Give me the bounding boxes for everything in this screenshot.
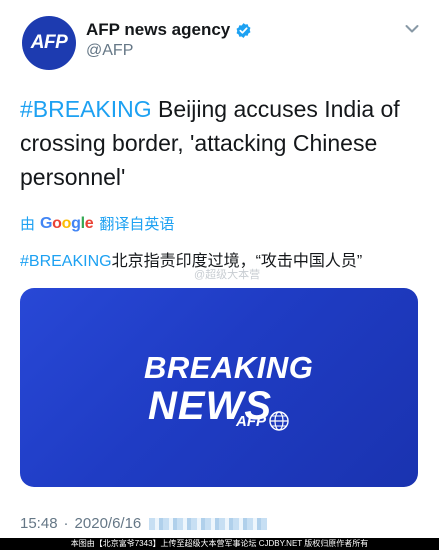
translated-from-label: 翻译自英语: [99, 216, 175, 233]
breaking-news-image[interactable]: BREAKING NEWS AFP: [20, 288, 418, 487]
tweet-text: #BREAKING Beijing accuses India of cross…: [20, 92, 430, 194]
avatar-logo-text: AFP: [30, 32, 68, 53]
avatar[interactable]: AFP: [22, 16, 76, 70]
translated-hashtag[interactable]: #BREAKING: [20, 253, 112, 270]
tweet-hashtag[interactable]: #BREAKING: [20, 96, 152, 122]
account-name[interactable]: AFP news agency: [86, 20, 230, 40]
translated-text: #BREAKING北京指责印度过境，“攻击中国人员”: [20, 247, 362, 271]
afp-card-logo: AFP: [236, 410, 290, 432]
forum-watermark-footer: 本图由【北京富爷7343】上传至超级大本营军事论坛 CJDBY.NET 版权归原…: [0, 538, 439, 550]
breaking-word: BREAKING: [144, 350, 314, 385]
globe-icon: [269, 411, 289, 431]
tweet-timestamp[interactable]: 15:48 · 2020/6/16: [20, 515, 268, 532]
afp-logo-text: AFP: [236, 412, 266, 430]
watermark-overlay: @超级大本营: [194, 269, 261, 281]
blurred-source-label: [149, 517, 268, 530]
account-handle[interactable]: @AFP: [86, 42, 133, 60]
verified-badge-icon: [236, 22, 251, 38]
chevron-down-icon[interactable]: [405, 24, 419, 34]
translation-attribution[interactable]: 由 Google 翻译自英语: [20, 213, 174, 234]
account-name-row[interactable]: AFP news agency: [86, 20, 252, 40]
google-logo: Google: [40, 214, 94, 232]
timestamp-separator: ·: [63, 515, 69, 532]
tweet-time: 15:48: [20, 515, 58, 532]
translated-by-label: 由: [20, 216, 36, 233]
tweet-date: 2020/6/16: [74, 515, 142, 532]
